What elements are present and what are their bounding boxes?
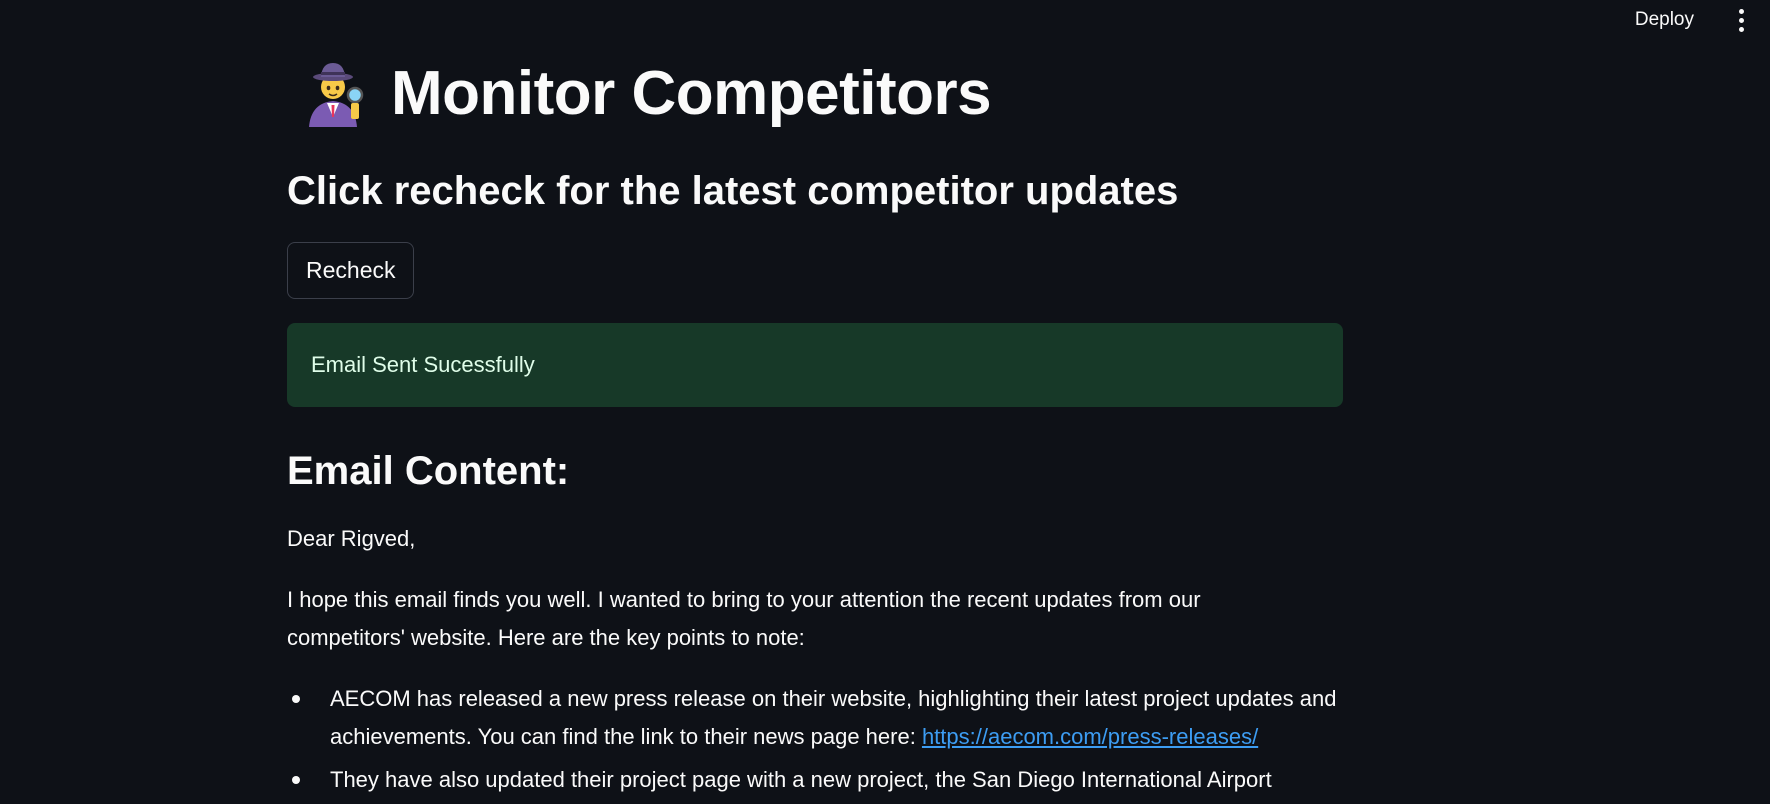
page-title: Monitor Competitors — [391, 58, 992, 128]
bullet-dot-icon — [292, 776, 300, 784]
email-content-heading: Email Content: — [287, 449, 570, 493]
email-intro: I hope this email finds you well. I want… — [287, 587, 1201, 650]
email-greeting: Dear Rigved, — [287, 526, 416, 551]
recheck-button[interactable]: Recheck — [287, 242, 415, 299]
main-content: Monitor Competitors Click recheck for th… — [287, 0, 1343, 804]
top-toolbar: Deploy — [1623, 0, 1770, 40]
list-item: They have also updated their project pag… — [287, 761, 1343, 799]
list-item: AECOM has released a new press release o… — [287, 680, 1343, 756]
subtitle: Click recheck for the latest competitor … — [287, 169, 1179, 213]
title-row: Monitor Competitors — [287, 47, 1343, 139]
success-alert: Email Sent Sucessfully — [287, 323, 1343, 407]
detective-emoji-icon — [309, 63, 364, 127]
bullet-text: They have also updated their project pag… — [330, 767, 1272, 792]
email-bullet-list: AECOM has released a new press release o… — [287, 680, 1343, 799]
bullet-dot-icon — [292, 695, 300, 703]
deploy-button[interactable]: Deploy — [1623, 9, 1706, 31]
press-releases-link[interactable]: https://aecom.com/press-releases/ — [922, 724, 1258, 749]
alert-text: Email Sent Sucessfully — [311, 352, 535, 377]
vertical-ellipsis-icon[interactable] — [1724, 0, 1758, 40]
